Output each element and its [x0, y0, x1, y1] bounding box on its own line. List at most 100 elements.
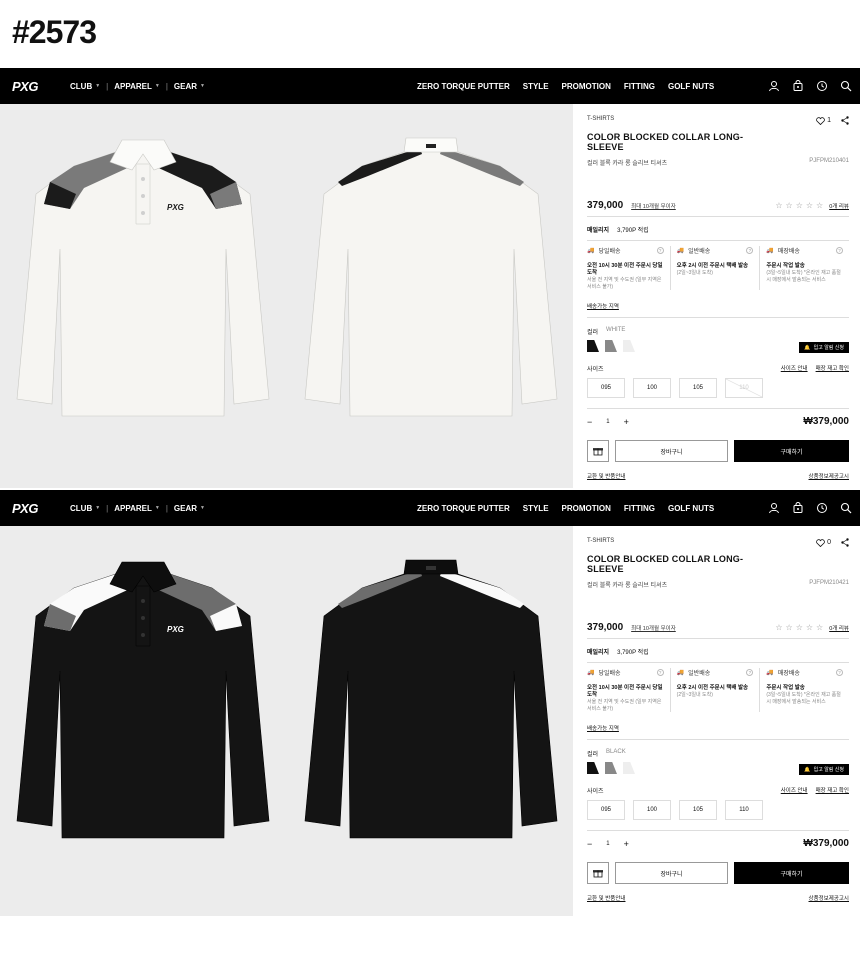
rating-stars[interactable]: ☆ ☆ ☆ ☆ ☆	[775, 201, 823, 210]
size-option[interactable]: 110	[725, 800, 763, 820]
store-stock-link[interactable]: 매장 재고 확인	[816, 364, 849, 372]
size-option[interactable]: 105	[679, 378, 717, 398]
gift-button[interactable]	[587, 862, 609, 884]
nav-club[interactable]: CLUB ▼	[70, 504, 100, 513]
bag-icon[interactable]	[792, 80, 804, 92]
nav-golf-nuts[interactable]: GOLF NUTS	[668, 82, 714, 91]
buy-now-button[interactable]: 구매하기	[734, 440, 849, 462]
help-icon[interactable]: ?	[746, 247, 754, 254]
product-category[interactable]: T-SHIRTS	[587, 116, 614, 122]
pxg-logo[interactable]: PXG	[0, 79, 60, 93]
shirt-front-image[interactable]: PXG	[14, 124, 272, 424]
help-icon[interactable]: ?	[836, 247, 844, 254]
delivery-note: (3일~5일내 도착) *온라인 재고 품절시 매장에서 발송되는 서비스	[766, 692, 841, 705]
product-image-area[interactable]: PXG	[0, 104, 573, 488]
exchange-return-link[interactable]: 교환 및 반품안내	[587, 472, 625, 480]
review-count-link[interactable]: 0개 리뷰	[829, 624, 849, 632]
nav-zero-torque-putter[interactable]: ZERO TORQUE PUTTER	[417, 82, 510, 91]
size-option[interactable]: 095	[587, 800, 625, 820]
qty-value[interactable]: 1	[606, 841, 609, 847]
nav-gear[interactable]: GEAR ▼	[174, 504, 205, 513]
restock-alert-button[interactable]: 🔔 입고 알림 신청	[799, 764, 849, 775]
installment-link[interactable]: 최대 10개월 무이자	[631, 624, 676, 632]
user-icon[interactable]	[768, 502, 780, 514]
help-icon[interactable]: ?	[836, 669, 844, 676]
history-icon[interactable]	[816, 80, 828, 92]
product-info-notice-link[interactable]: 상품정보제공고시	[809, 472, 849, 480]
wishlist-button[interactable]: 0	[816, 538, 831, 547]
color-swatch-white[interactable]	[623, 762, 635, 774]
size-options: 095 100 105 110	[587, 800, 763, 820]
help-icon[interactable]: ?	[746, 669, 754, 676]
qty-minus-button[interactable]: −	[587, 839, 592, 849]
share-icon[interactable]	[841, 538, 849, 547]
divider	[587, 830, 849, 831]
share-icon[interactable]	[841, 116, 849, 125]
shirt-back-image[interactable]	[302, 124, 560, 424]
nav-golf-nuts[interactable]: GOLF NUTS	[668, 504, 714, 513]
size-option[interactable]: 105	[679, 800, 717, 820]
product-info-notice-link[interactable]: 상품정보제공고시	[809, 894, 849, 902]
delivery-area-link[interactable]: 배송가능 지역	[587, 302, 619, 310]
qty-plus-button[interactable]: +	[624, 417, 629, 427]
store-stock-link[interactable]: 매장 재고 확인	[816, 786, 849, 794]
nav-fitting[interactable]: FITTING	[624, 82, 655, 91]
add-to-cart-button[interactable]: 장바구니	[615, 862, 728, 884]
nav-promotion[interactable]: PROMOTION	[562, 504, 611, 513]
color-value: BLACK	[606, 749, 626, 755]
installment-link[interactable]: 최대 10개월 무이자	[631, 202, 676, 210]
exchange-return-link[interactable]: 교환 및 반품안내	[587, 894, 625, 902]
delivery-standard: 🚚 일반배송? 오후 2시 이전 주문시 택배 발송 (2일~3일내 도착)	[669, 246, 760, 290]
delivery-area-link[interactable]: 배송가능 지역	[587, 724, 619, 732]
gift-button[interactable]	[587, 440, 609, 462]
qty-minus-button[interactable]: −	[587, 417, 592, 427]
restock-alert-button[interactable]: 🔔 입고 알림 신청	[799, 342, 849, 353]
nav-style[interactable]: STYLE	[523, 504, 549, 513]
size-option[interactable]: 095	[587, 378, 625, 398]
size-option[interactable]: 110	[725, 378, 763, 398]
help-icon[interactable]: ?	[656, 669, 664, 676]
nav-promotion[interactable]: PROMOTION	[562, 82, 611, 91]
color-swatch-grey[interactable]	[605, 762, 617, 774]
color-swatch-white[interactable]	[623, 340, 635, 352]
size-option[interactable]: 100	[633, 800, 671, 820]
rating-stars[interactable]: ☆ ☆ ☆ ☆ ☆	[775, 623, 823, 632]
color-swatch-black[interactable]	[587, 340, 599, 352]
size-guide-link[interactable]: 사이즈 안내	[781, 786, 808, 794]
review-count-link[interactable]: 0개 리뷰	[829, 202, 849, 210]
nav-club[interactable]: CLUB ▼	[70, 82, 100, 91]
help-icon[interactable]: ?	[656, 247, 664, 254]
search-icon[interactable]	[840, 502, 852, 514]
bell-icon: 🔔	[804, 766, 811, 773]
shirt-front-image[interactable]: PXG	[14, 546, 272, 846]
add-to-cart-button[interactable]: 장바구니	[615, 440, 728, 462]
pxg-logo[interactable]: PXG	[0, 501, 60, 515]
product-category[interactable]: T-SHIRTS	[587, 538, 614, 544]
buy-now-button[interactable]: 구매하기	[734, 862, 849, 884]
color-swatch-black[interactable]	[587, 762, 599, 774]
size-guide-link[interactable]: 사이즈 안내	[781, 364, 808, 372]
size-option[interactable]: 100	[633, 378, 671, 398]
nav-fitting[interactable]: FITTING	[624, 504, 655, 513]
nav-apparel[interactable]: APPAREL ▼	[114, 82, 160, 91]
product-sku: PJFPM210421	[809, 580, 849, 586]
user-icon[interactable]	[768, 80, 780, 92]
nav-apparel[interactable]: APPAREL ▼	[114, 504, 160, 513]
product-image-area[interactable]: PXG	[0, 526, 573, 916]
nav-zero-torque-putter[interactable]: ZERO TORQUE PUTTER	[417, 504, 510, 513]
nav-style[interactable]: STYLE	[523, 82, 549, 91]
action-buttons: 장바구니 구매하기	[587, 440, 849, 462]
bag-icon[interactable]	[792, 502, 804, 514]
wishlist-button[interactable]: 1	[816, 116, 831, 125]
shirt-back-image[interactable]	[302, 546, 560, 846]
footer-links: 교환 및 반품안내 상품정보제공고시	[587, 472, 849, 480]
search-icon[interactable]	[840, 80, 852, 92]
history-icon[interactable]	[816, 502, 828, 514]
color-row: 컬러 BLACK	[587, 749, 626, 758]
qty-plus-button[interactable]: +	[624, 839, 629, 849]
delivery-note: 서울 전 지역 및 수도권 (일부 지역은 서비스 불가)	[587, 277, 662, 290]
nav-gear[interactable]: GEAR ▼	[174, 82, 205, 91]
qty-value[interactable]: 1	[606, 419, 609, 425]
color-swatch-grey[interactable]	[605, 340, 617, 352]
svg-text:PXG: PXG	[167, 203, 184, 212]
